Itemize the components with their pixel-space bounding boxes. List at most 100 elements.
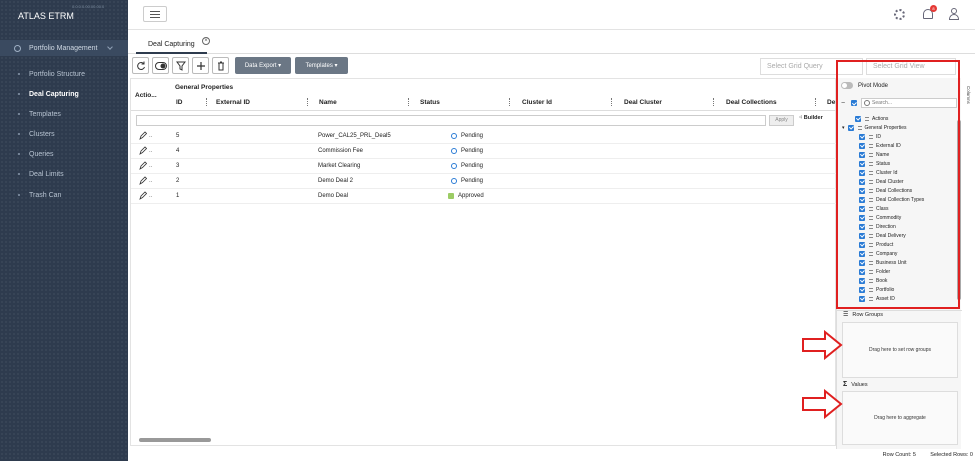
edit-icon[interactable]	[139, 191, 147, 200]
top-bar: 8	[128, 0, 975, 30]
col-menu-icon[interactable]	[611, 98, 612, 106]
sidebar-item-portfolio-structure[interactable]: Portfolio Structure	[0, 67, 128, 81]
status-text: Pending	[461, 163, 484, 169]
sidebar-item-label: Trash Can	[29, 191, 62, 199]
col-deal-collections[interactable]: Deal Collections	[726, 99, 777, 106]
col-external-id[interactable]: External ID	[216, 99, 250, 106]
sidebar-item-deal-limits[interactable]: Deal Limits	[0, 167, 128, 181]
trash-icon	[217, 61, 224, 70]
col-menu-icon[interactable]	[509, 98, 510, 106]
cell-status: Pending	[451, 178, 483, 184]
templates-button[interactable]: Templates ▾	[295, 57, 348, 74]
sigma-icon: Σ	[843, 381, 848, 388]
row-more[interactable]: ..	[149, 193, 152, 199]
col-name[interactable]: Name	[319, 99, 337, 106]
bullet-icon	[18, 73, 20, 75]
values-drop-zone[interactable]: Drag here to aggregate	[842, 391, 958, 445]
approved-icon	[448, 193, 454, 199]
delete-button[interactable]	[212, 57, 229, 74]
tab-deal-capturing[interactable]: Deal Capturing	[136, 36, 207, 54]
sidebar-item-clusters[interactable]: Clusters	[0, 127, 128, 141]
cell-status: Pending	[451, 163, 483, 169]
app-title: ATLAS ETRM	[18, 11, 74, 21]
selected-rows: Selected Rows: 0	[930, 452, 973, 458]
sidebar-item-deal-capturing[interactable]: Deal Capturing	[0, 87, 128, 101]
col-de[interactable]: De	[827, 99, 835, 106]
app-version: 0.0.0.0.00.00.00.0	[72, 4, 105, 9]
row-more[interactable]: ..	[149, 133, 152, 139]
status-text: Pending	[461, 178, 484, 184]
tab-bar: Deal Capturing ×	[128, 34, 975, 54]
bullet-icon	[18, 173, 20, 175]
nav-portfolio-management[interactable]: Portfolio Management	[0, 40, 128, 56]
table-row[interactable]: .. 1 Demo Deal Approved	[131, 189, 837, 204]
col-id[interactable]: ID	[176, 99, 183, 106]
add-button[interactable]	[192, 57, 209, 74]
cell-status: Pending	[451, 133, 483, 139]
col-menu-icon[interactable]	[815, 98, 816, 106]
cell-status: Pending	[451, 148, 483, 154]
data-export-label: Data Export	[244, 62, 277, 69]
edit-icon[interactable]	[139, 176, 147, 185]
apply-button[interactable]: Apply	[769, 115, 794, 126]
arrow-right-icon	[802, 389, 843, 419]
edit-icon[interactable]	[139, 161, 147, 170]
edit-icon[interactable]	[139, 131, 147, 140]
table-row[interactable]: .. 5 Power_CAL25_PRL_Deal5 Pending	[131, 129, 837, 144]
sidebar-item-queries[interactable]: Queries	[0, 147, 128, 161]
bullet-icon	[18, 194, 20, 196]
clock-icon	[451, 163, 457, 169]
refresh-button[interactable]	[132, 57, 149, 74]
row-more[interactable]: ..	[149, 163, 152, 169]
status-text: Pending	[461, 133, 484, 139]
close-tab-icon[interactable]: ×	[202, 37, 210, 45]
col-menu-icon[interactable]	[307, 98, 308, 106]
menu-toggle-button[interactable]	[143, 6, 167, 22]
col-deal-cluster[interactable]: Deal Cluster	[624, 99, 662, 106]
sidebar-item-trash-can[interactable]: Trash Can	[0, 188, 128, 202]
col-menu-icon[interactable]	[713, 98, 714, 106]
builder-button[interactable]: ⁖ Builder	[799, 115, 823, 121]
user-icon[interactable]	[949, 8, 959, 20]
col-cluster-id[interactable]: Cluster Id	[522, 99, 552, 106]
toggle-button[interactable]	[152, 57, 169, 74]
sidebar-item-label: Queries	[29, 150, 54, 158]
gear-icon[interactable]	[894, 9, 905, 20]
chevron-down-icon	[107, 44, 113, 50]
table-row[interactable]: .. 4 Commission Fee Pending	[131, 144, 837, 159]
filter-button[interactable]	[172, 57, 189, 74]
data-export-button[interactable]: Data Export ▾	[235, 57, 291, 74]
horizontal-scrollbar[interactable]	[131, 437, 837, 443]
cell-id: 2	[176, 178, 180, 184]
cell-id: 1	[176, 193, 180, 199]
col-status[interactable]: Status	[420, 99, 440, 106]
bullet-icon	[18, 93, 20, 95]
row-groups-drop-zone[interactable]: Drag here to set row groups	[842, 322, 958, 378]
row-more[interactable]: ..	[149, 148, 152, 154]
cell-status: Approved	[448, 193, 484, 199]
builder-label: Builder	[803, 115, 823, 121]
columns-side-tab[interactable]: Columns	[962, 80, 975, 110]
edit-icon[interactable]	[139, 146, 147, 155]
sidebar: ATLAS ETRM 0.0.0.0.00.00.00.0 Portfolio …	[0, 0, 128, 461]
col-menu-icon[interactable]	[206, 98, 207, 106]
cell-id: 3	[176, 163, 180, 169]
sidebar-item-label: Clusters	[29, 130, 55, 138]
highlight-box	[836, 60, 960, 309]
values-label: Values	[851, 381, 868, 388]
sidebar-item-templates[interactable]: Templates	[0, 107, 128, 121]
query-filter-input[interactable]	[136, 115, 766, 126]
table-row[interactable]: .. 3 Market Clearing Pending	[131, 159, 837, 174]
portfolio-icon	[14, 44, 21, 52]
sidebar-item-label: Deal Capturing	[29, 90, 79, 98]
row-more[interactable]: ..	[149, 178, 152, 184]
col-actions[interactable]: Actio...	[135, 92, 157, 99]
nav-parent-label: Portfolio Management	[29, 44, 98, 52]
col-menu-icon[interactable]	[408, 98, 409, 106]
table-row[interactable]: .. 2 Demo Deal 2 Pending	[131, 174, 837, 189]
cell-name: Market Clearing	[318, 163, 361, 169]
scrollbar-thumb[interactable]	[139, 438, 211, 442]
sidebar-item-label: Portfolio Structure	[29, 70, 86, 78]
cell-id: 5	[176, 133, 180, 139]
sidebar-item-label: Templates	[29, 110, 61, 118]
